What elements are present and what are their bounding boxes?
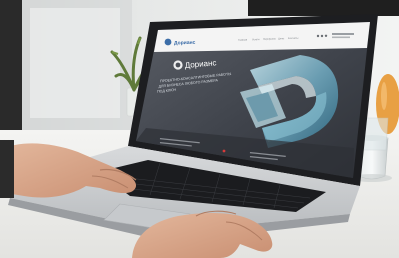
window-pane xyxy=(30,8,120,118)
left-sleeve xyxy=(0,140,14,198)
nav-item[interactable]: Контакты xyxy=(288,37,299,40)
nav-item[interactable]: Портфолио xyxy=(263,37,276,40)
scene-svg: Дорианс Главная Услуги Портфолио Цены Ко… xyxy=(0,0,399,258)
website-brand: Дорианс xyxy=(174,40,196,47)
nav-item[interactable]: Главная xyxy=(238,38,248,41)
nav-item[interactable]: Цены xyxy=(278,37,285,40)
top-dark-strip xyxy=(248,0,399,16)
nav-item[interactable]: Услуги xyxy=(252,38,260,41)
accent-dot xyxy=(222,149,226,153)
photo-scene: Дорианс Главная Услуги Портфолио Цены Ко… xyxy=(0,0,399,258)
